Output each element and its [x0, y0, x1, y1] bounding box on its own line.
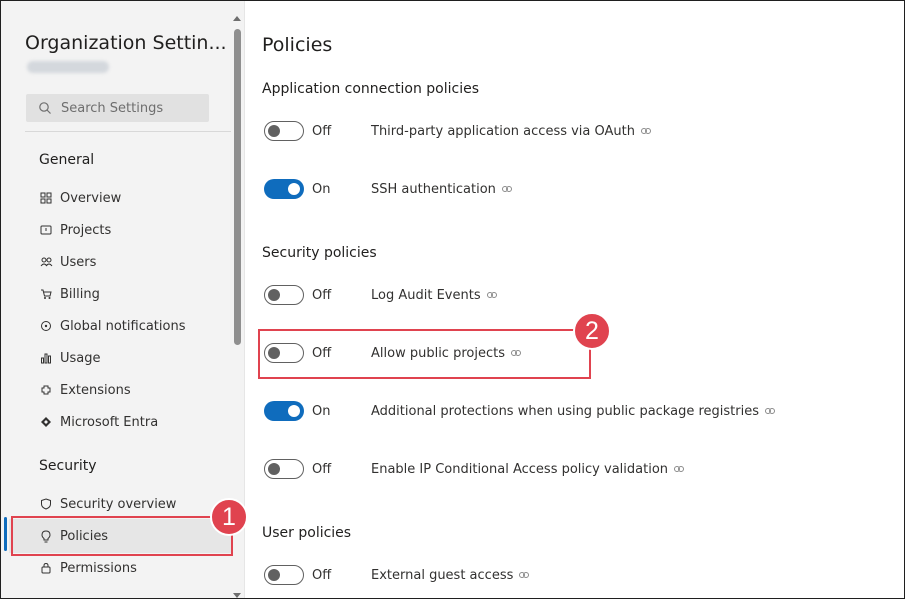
toggle-state: Off [312, 461, 332, 477]
shield-icon [39, 497, 53, 511]
sidebar-item-security-overview[interactable]: Security overview [39, 493, 229, 515]
sidebar-divider [25, 131, 231, 132]
policy-label: Enable IP Conditional Access policy vali… [371, 461, 669, 477]
package-registries-toggle[interactable] [264, 401, 304, 421]
overview-icon [39, 191, 53, 205]
policy-label: Log Audit Events [371, 287, 481, 303]
section-title-user-policies: User policies [262, 525, 352, 541]
policy-row-ip-conditional-access: Off Enable IP Conditional Access policy … [264, 457, 884, 481]
sidebar-item-label: Usage [60, 350, 101, 366]
sidebar-item-billing[interactable]: Billing [39, 283, 229, 305]
sidebar-item-label: Projects [60, 222, 112, 238]
sidebar-item-projects[interactable]: Projects [39, 219, 229, 241]
projects-icon [39, 223, 53, 237]
notifications-icon [39, 319, 53, 333]
users-icon [39, 255, 53, 269]
toggle-state: Off [312, 123, 332, 139]
section-title-application-connection: Application connection policies [262, 81, 479, 97]
log-audit-toggle[interactable] [264, 285, 304, 305]
sidebar-item-label: Users [60, 254, 97, 270]
search-settings-input[interactable]: Search Settings [26, 94, 209, 122]
sidebar-item-label: Permissions [60, 560, 137, 576]
annotation-box-2 [258, 329, 591, 379]
group-title-security: Security [39, 458, 97, 474]
selected-indicator [4, 517, 7, 551]
scroll-down-arrow-icon[interactable] [232, 585, 242, 598]
ip-conditional-access-toggle[interactable] [264, 459, 304, 479]
section-title-security-policies: Security policies [262, 245, 377, 261]
search-icon [38, 101, 52, 115]
sidebar-item-label: Microsoft Entra [60, 414, 159, 430]
policy-label: Additional protections when using public… [371, 403, 759, 419]
annotation-box-1 [11, 516, 233, 556]
policy-label: SSH authentication [371, 181, 496, 197]
link-icon[interactable] [641, 127, 651, 135]
link-icon[interactable] [519, 571, 530, 579]
sidebar-item-label: Global notifications [60, 318, 186, 334]
billing-cart-icon [39, 287, 53, 301]
organization-name-blurred [27, 61, 109, 73]
policy-row-oauth: Off Third-party application access via O… [264, 119, 884, 143]
policy-row-ssh: On SSH authentication [264, 177, 884, 201]
scroll-up-arrow-icon[interactable] [232, 9, 242, 21]
group-title-general: General [39, 152, 95, 168]
settings-sidebar: Organization Settin... Search Settings G… [1, 1, 245, 598]
page-title: Policies [262, 34, 333, 56]
link-icon[interactable] [674, 465, 685, 473]
ssh-toggle[interactable] [264, 179, 304, 199]
lock-icon [39, 561, 53, 575]
extensions-icon [39, 383, 53, 397]
link-icon[interactable] [486, 291, 497, 299]
policies-panel: Policies Application connection policies… [246, 1, 904, 598]
policy-row-external-guest: Off External guest access [264, 563, 884, 587]
annotation-badge-1: 1 [210, 498, 248, 536]
link-icon[interactable] [764, 407, 775, 415]
organization-title: Organization Settin... [25, 32, 227, 54]
oauth-toggle[interactable] [264, 121, 304, 141]
policy-row-log-audit: Off Log Audit Events [264, 283, 884, 307]
usage-chart-icon [39, 351, 53, 365]
sidebar-item-label: Extensions [60, 382, 131, 398]
app-window: Organization Settin... Search Settings G… [0, 0, 905, 599]
toggle-state: On [312, 181, 331, 197]
sidebar-item-label: Security overview [60, 496, 177, 512]
policy-label: Third-party application access via OAuth [371, 123, 635, 139]
sidebar-item-global-notifications[interactable]: Global notifications [39, 315, 229, 337]
external-guest-toggle[interactable] [264, 565, 304, 585]
entra-diamond-icon [39, 415, 53, 429]
link-icon[interactable] [501, 185, 512, 193]
sidebar-item-microsoft-entra[interactable]: Microsoft Entra [39, 411, 229, 433]
sidebar-item-label: Billing [60, 286, 100, 302]
policy-label: External guest access [371, 567, 514, 583]
sidebar-item-overview[interactable]: Overview [39, 187, 229, 209]
sidebar-item-extensions[interactable]: Extensions [39, 379, 229, 401]
search-placeholder: Search Settings [61, 100, 164, 116]
toggle-state: Off [312, 567, 332, 583]
toggle-state: On [312, 403, 331, 419]
policy-row-package-registries: On Additional protections when using pub… [264, 399, 884, 423]
sidebar-item-permissions[interactable]: Permissions [39, 557, 229, 579]
annotation-badge-2: 2 [573, 312, 611, 350]
sidebar-item-usage[interactable]: Usage [39, 347, 229, 369]
sidebar-scrollbar-thumb[interactable] [234, 29, 241, 345]
sidebar-item-label: Overview [60, 190, 122, 206]
sidebar-item-users[interactable]: Users [39, 251, 229, 273]
toggle-state: Off [312, 287, 332, 303]
